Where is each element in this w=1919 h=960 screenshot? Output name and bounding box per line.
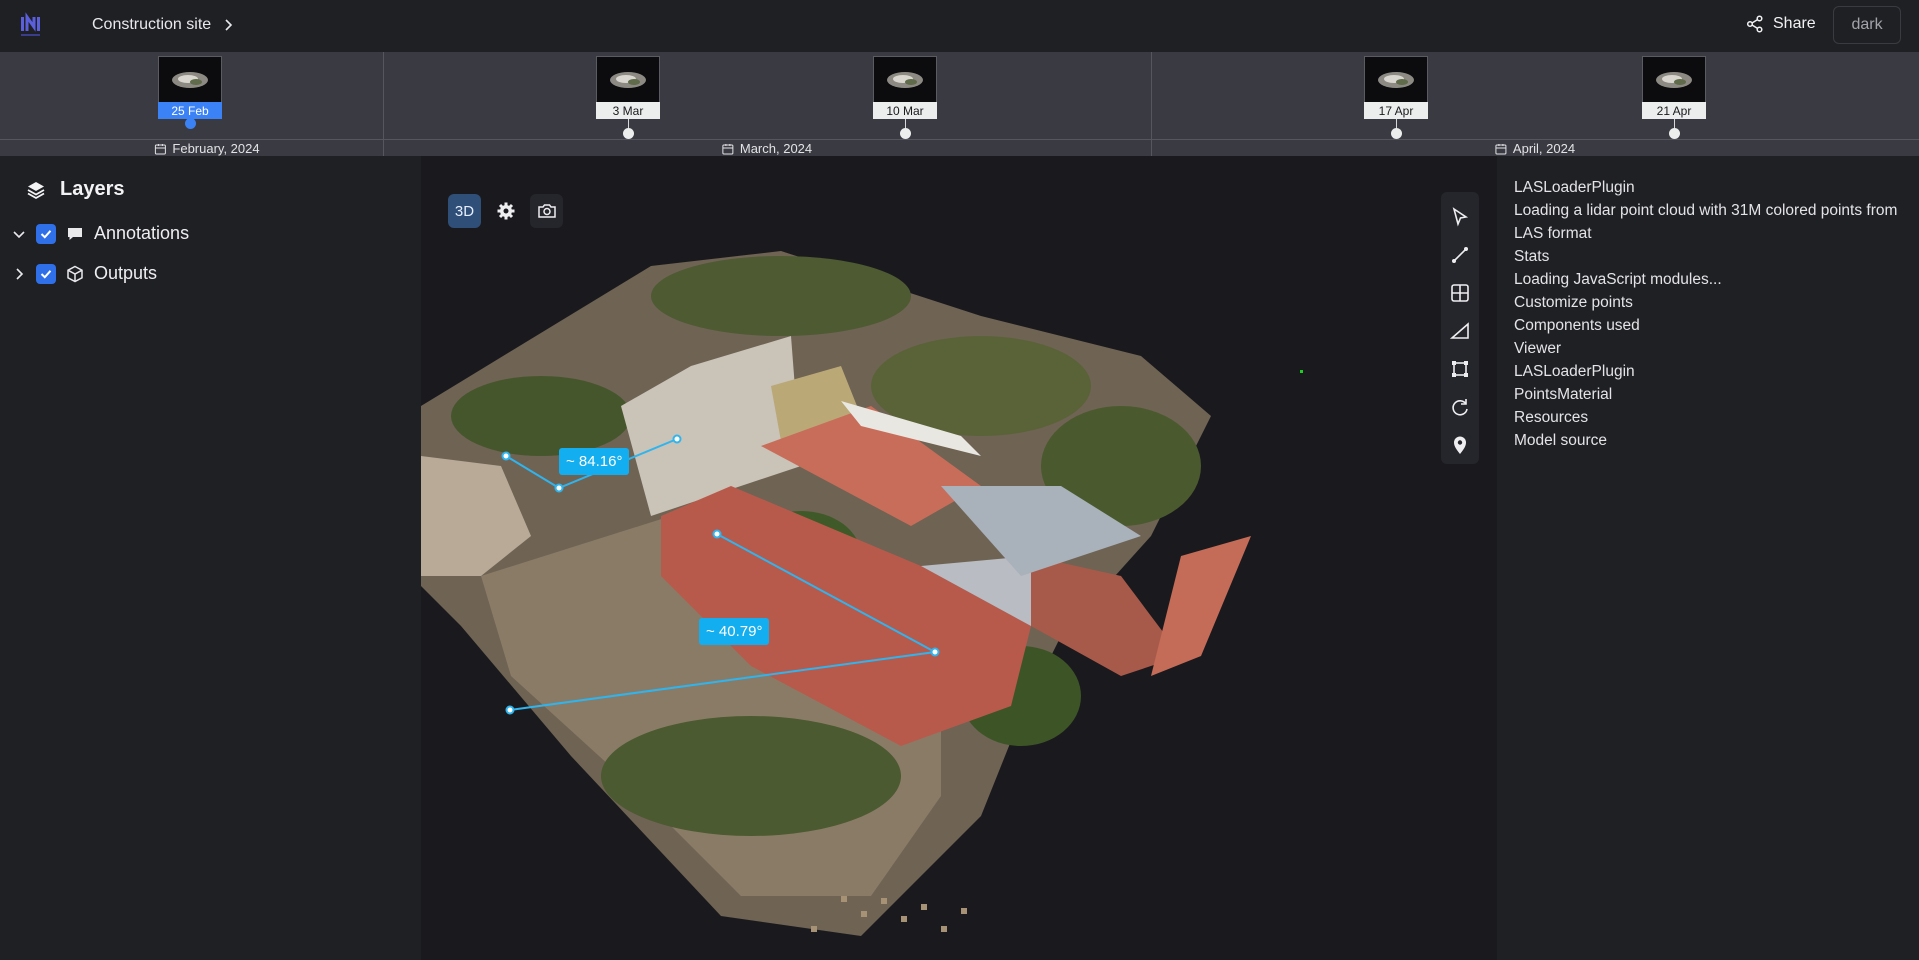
angle-measurement-label[interactable]: ~ 40.79° bbox=[699, 618, 770, 645]
month-label-march: March, 2024 bbox=[722, 141, 812, 156]
distance-tool[interactable] bbox=[1443, 236, 1477, 274]
3d-mode-button[interactable]: 3D bbox=[448, 194, 481, 228]
angle-measurement-label[interactable]: ~ 84.16° bbox=[559, 448, 630, 475]
calendar-icon bbox=[1495, 143, 1507, 154]
calendar-icon bbox=[154, 143, 166, 154]
check-icon bbox=[40, 269, 52, 279]
comment-icon bbox=[68, 227, 82, 240]
viewer-toolbar: 3D bbox=[448, 194, 563, 228]
theme-toggle-button[interactable]: dark bbox=[1833, 6, 1901, 44]
camera-icon bbox=[537, 204, 556, 218]
calendar-icon bbox=[722, 143, 734, 154]
snapshot-date: 17 Apr bbox=[1364, 102, 1428, 119]
info-link[interactable]: LASLoaderPlugin bbox=[1514, 360, 1912, 383]
bounding-box-icon bbox=[1452, 361, 1468, 377]
snapshot-date: 10 Mar bbox=[873, 102, 937, 119]
3d-viewport[interactable]: ~ 84.16° ~ 40.79° 3D bbox=[421, 156, 1497, 960]
snapshot-thumbnail bbox=[596, 56, 660, 102]
snapshot-date: 21 Apr bbox=[1642, 102, 1706, 119]
gear-icon bbox=[497, 202, 514, 220]
info-link[interactable]: Loading a lidar point cloud with 31M col… bbox=[1514, 199, 1912, 245]
layers-icon bbox=[27, 181, 45, 199]
breadcrumb-project[interactable]: Construction site bbox=[92, 16, 211, 34]
timeline-marker bbox=[899, 128, 911, 139]
snapshot-date: 25 Feb bbox=[158, 102, 222, 119]
info-link[interactable]: Model source bbox=[1514, 429, 1912, 452]
layer-label: Outputs bbox=[94, 263, 158, 283]
chevron-down-icon[interactable] bbox=[12, 227, 26, 241]
info-link[interactable]: Customize points bbox=[1514, 291, 1912, 314]
angle-icon bbox=[1449, 322, 1469, 339]
info-link[interactable]: Viewer bbox=[1514, 337, 1912, 360]
snapshot-21-apr[interactable]: 21 Apr bbox=[1642, 56, 1706, 139]
angle-tool[interactable] bbox=[1443, 312, 1477, 350]
timeline-marker bbox=[1390, 128, 1402, 139]
layers-title: Layers bbox=[60, 178, 125, 200]
settings-button[interactable] bbox=[489, 194, 522, 228]
cube-icon bbox=[67, 265, 83, 282]
month-separator bbox=[383, 52, 384, 156]
pin-tool[interactable] bbox=[1443, 426, 1477, 464]
bounding-box-tool[interactable] bbox=[1443, 350, 1477, 388]
orbit-tool[interactable] bbox=[1443, 388, 1477, 426]
snapshot-17-apr[interactable]: 17 Apr bbox=[1364, 56, 1428, 139]
snapshot-thumbnail bbox=[873, 56, 937, 102]
layer-annotations[interactable]: Annotations bbox=[12, 223, 189, 244]
chevron-right-icon[interactable] bbox=[12, 267, 26, 281]
layers-header: Layers bbox=[26, 178, 125, 201]
check-icon bbox=[40, 229, 52, 239]
month-label-february: February, 2024 bbox=[154, 141, 260, 156]
month-separator bbox=[1151, 52, 1152, 156]
layer-label: Annotations bbox=[94, 223, 190, 243]
rotate-icon bbox=[1452, 399, 1468, 416]
timeline-marker bbox=[622, 128, 634, 139]
info-link[interactable]: Stats bbox=[1514, 245, 1912, 268]
layers-panel: Layers Annotations Outputs bbox=[0, 156, 421, 960]
screenshot-button[interactable] bbox=[530, 194, 563, 228]
info-link[interactable]: Components used bbox=[1514, 314, 1912, 337]
info-link[interactable]: PointsMaterial bbox=[1514, 383, 1912, 406]
measurement-tools bbox=[1441, 192, 1479, 464]
area-tool[interactable] bbox=[1443, 274, 1477, 312]
month-label-april: April, 2024 bbox=[1495, 141, 1575, 156]
timeline: February, 2024 March, 2024 April, 2024 2… bbox=[0, 52, 1919, 156]
breadcrumb[interactable]: Construction site bbox=[92, 16, 235, 34]
snapshot-25-feb[interactable]: 25 Feb bbox=[158, 56, 222, 129]
line-measure-icon bbox=[1452, 247, 1468, 263]
app-logo[interactable] bbox=[18, 8, 54, 44]
pointer-icon bbox=[1452, 207, 1469, 227]
layer-checkbox[interactable] bbox=[36, 223, 56, 244]
timeline-marker bbox=[1668, 128, 1680, 139]
area-grid-icon bbox=[1451, 284, 1469, 302]
info-link[interactable]: Resources bbox=[1514, 406, 1912, 429]
snapshot-3-mar[interactable]: 3 Mar bbox=[596, 56, 660, 139]
point-cloud-render[interactable] bbox=[421, 156, 1497, 960]
pin-icon bbox=[1454, 436, 1466, 454]
select-tool[interactable] bbox=[1443, 198, 1477, 236]
info-panel: LASLoaderPlugin Loading a lidar point cl… bbox=[1497, 156, 1919, 960]
snapshot-date: 3 Mar bbox=[596, 102, 660, 119]
share-icon bbox=[1746, 15, 1763, 33]
timeline-axis bbox=[0, 139, 1919, 140]
chevron-right-icon bbox=[225, 19, 233, 31]
snapshot-thumbnail bbox=[1364, 56, 1428, 102]
share-button[interactable]: Share bbox=[1745, 14, 1816, 34]
share-label: Share bbox=[1773, 15, 1816, 32]
info-list: LASLoaderPlugin Loading a lidar point cl… bbox=[1514, 176, 1912, 452]
top-bar: Construction site Share dark bbox=[0, 0, 1919, 53]
snapshot-10-mar[interactable]: 10 Mar bbox=[873, 56, 937, 139]
snapshot-thumbnail bbox=[1642, 56, 1706, 102]
info-link[interactable]: Loading JavaScript modules... bbox=[1514, 268, 1912, 291]
info-link[interactable]: LASLoaderPlugin bbox=[1514, 176, 1912, 199]
timeline-marker bbox=[184, 118, 196, 129]
layer-outputs[interactable]: Outputs bbox=[12, 263, 157, 284]
snapshot-thumbnail bbox=[158, 56, 222, 102]
layer-checkbox[interactable] bbox=[36, 263, 56, 284]
